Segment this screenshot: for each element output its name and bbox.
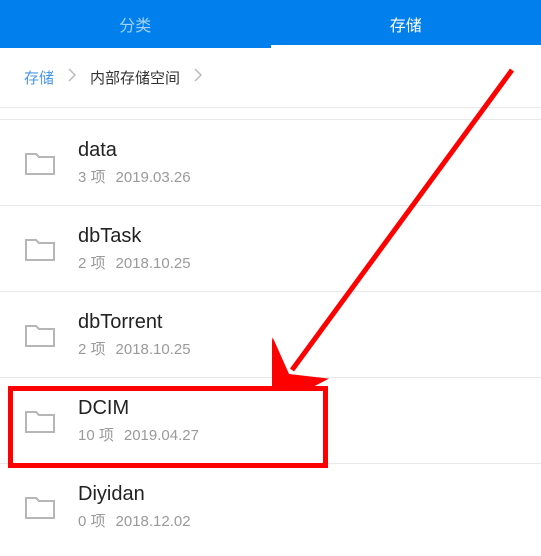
folder-meta: 3 项2019.03.26: [78, 166, 191, 187]
chevron-right-icon: [68, 68, 76, 87]
folder-meta: 2 项2018.10.25: [78, 338, 191, 359]
list-item[interactable]: data 3 项2019.03.26: [0, 120, 541, 206]
breadcrumb-root[interactable]: 存储: [24, 67, 54, 88]
folder-name: dbTorrent: [78, 311, 191, 334]
folder-meta: 0 项2018.12.02: [78, 510, 191, 531]
tab-categories[interactable]: 分类: [0, 0, 271, 48]
folder-icon: [24, 408, 56, 434]
breadcrumb: 存储 内部存储空间: [0, 48, 541, 108]
list-item[interactable]: dbTorrent 2 项2018.10.25: [0, 292, 541, 378]
tab-bar: 分类 存储: [0, 0, 541, 48]
list-item[interactable]: dbTask 2 项2018.10.25: [0, 206, 541, 292]
chevron-right-icon: [194, 68, 202, 87]
folder-icon: [24, 494, 56, 520]
list-item[interactable]: DCIM 10 项2019.04.27: [0, 378, 541, 464]
folder-meta: 2 项2018.10.25: [78, 252, 191, 273]
folder-meta: 10 项2019.04.27: [78, 424, 199, 445]
list-item[interactable]: Diyidan 0 项2018.12.02: [0, 464, 541, 550]
folder-name: Diyidan: [78, 483, 191, 506]
folder-name: dbTask: [78, 225, 191, 248]
folder-name: data: [78, 139, 191, 162]
spacer: [0, 108, 541, 120]
folder-name: DCIM: [78, 397, 199, 420]
folder-icon: [24, 236, 56, 262]
breadcrumb-current[interactable]: 内部存储空间: [90, 67, 180, 88]
tab-storage[interactable]: 存储: [271, 0, 541, 48]
folder-icon: [24, 322, 56, 348]
folder-list: data 3 项2019.03.26 dbTask 2 项2018.10.25 …: [0, 120, 541, 550]
folder-icon: [24, 150, 56, 176]
